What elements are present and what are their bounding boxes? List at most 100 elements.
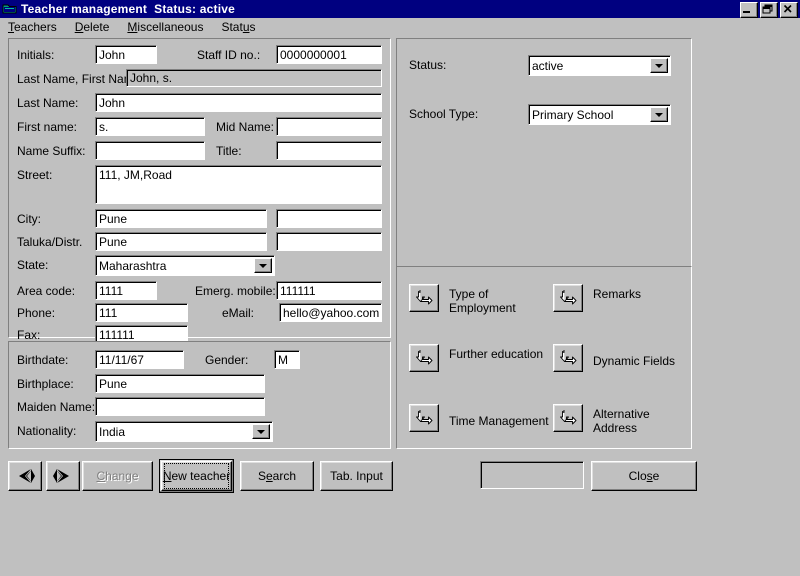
gender-label: Gender: [205, 353, 249, 367]
previous-record-button[interactable] [8, 461, 42, 491]
time-management-button[interactable] [409, 404, 439, 432]
state-combobox-value: Maharashtra [99, 258, 167, 273]
maiden-name-input[interactable] [95, 397, 265, 416]
status-panel: Status: active School Type: Primary Scho… [396, 38, 692, 274]
type-of-employment-label: Type of Employment [449, 287, 516, 315]
city-input[interactable]: Pune [95, 209, 267, 228]
chevron-down-icon [257, 429, 265, 434]
street-label: Street: [17, 168, 53, 182]
phone-input[interactable]: 111 [95, 303, 188, 322]
birthplace-label: Birthplace: [17, 377, 74, 391]
mid-name-label: Mid Name: [216, 120, 275, 134]
state-combobox[interactable]: Maharashtra [95, 255, 275, 276]
city-label: City: [17, 212, 41, 226]
maiden-name-label: Maiden Name: [17, 400, 96, 414]
remarks-label: Remarks [593, 287, 642, 301]
first-name-input[interactable]: s. [95, 117, 205, 136]
arrow-down-right-icon [560, 410, 577, 425]
last-name-input[interactable]: John [95, 93, 382, 112]
next-record-button[interactable] [46, 461, 80, 491]
state-combobox-arrow[interactable] [254, 258, 272, 273]
window-title: Teacher management Status: active [21, 2, 235, 16]
titlebar-buttons [740, 2, 798, 18]
status-combobox[interactable]: active [528, 55, 671, 76]
chevron-down-icon [259, 263, 267, 268]
new-teacher-button[interactable]: New teacher [159, 459, 234, 493]
tab-input-button[interactable]: Tab. Input [320, 461, 393, 491]
chevron-down-icon [655, 63, 663, 68]
titlebar[interactable]: Teacher management Status: active [0, 0, 800, 18]
menu-status[interactable]: Status [213, 19, 263, 36]
email-input[interactable]: hello@yahoo.com [279, 303, 382, 322]
status-combobox-value: active [532, 58, 564, 73]
minimize-button[interactable] [740, 2, 758, 18]
menu-miscellaneous[interactable]: Miscellaneous [119, 19, 211, 36]
time-management-label: Time Management [449, 414, 549, 428]
city-extra-input[interactable] [276, 209, 382, 228]
name-suffix-label: Name Suffix: [17, 144, 86, 158]
emerg-mobile-label: Emerg. mobile: [195, 284, 276, 298]
area-code-label: Area code: [17, 284, 76, 298]
chevron-down-icon [655, 112, 663, 117]
birthplace-input[interactable]: Pune [95, 374, 265, 393]
previous-arrow-icon [19, 469, 35, 483]
taluka-extra-input[interactable] [276, 232, 382, 251]
remarks-button[interactable] [553, 284, 583, 312]
birthdate-input[interactable]: 11/11/67 [95, 350, 184, 369]
arrow-down-right-icon [560, 350, 577, 365]
fullname-readonly-field: John, s. [126, 69, 382, 87]
school-type-combobox[interactable]: Primary School [528, 104, 671, 125]
folder-icon [2, 2, 18, 16]
change-button[interactable]: Change [82, 461, 153, 491]
nationality-label: Nationality: [17, 424, 77, 438]
school-type-combobox-value: Primary School [532, 107, 614, 122]
further-education-button[interactable] [409, 344, 439, 372]
school-type-combobox-arrow[interactable] [650, 107, 668, 122]
nationality-combobox-arrow[interactable] [252, 424, 270, 439]
actions-panel: Type of Employment Remarks Further educa… [396, 266, 692, 449]
staff-id-label: Staff ID no.: [197, 48, 261, 62]
close-button[interactable] [780, 2, 798, 18]
last-name-label: Last Name: [17, 96, 79, 110]
alternative-address-button[interactable] [553, 404, 583, 432]
emerg-mobile-input[interactable]: 111111 [276, 281, 382, 300]
initials-input[interactable]: John [95, 45, 157, 64]
nationality-combobox-value: India [99, 424, 126, 439]
search-button[interactable]: Search [240, 461, 314, 491]
birthdate-label: Birthdate: [17, 353, 69, 367]
mid-name-input[interactable] [276, 117, 382, 136]
taluka-input[interactable]: Pune [95, 232, 267, 251]
dynamic-fields-label: Dynamic Fields [593, 354, 676, 368]
name-suffix-input[interactable] [95, 141, 205, 160]
teacher-management-window: Teacher management Status: active Teache… [0, 0, 800, 576]
arrow-down-right-icon [416, 290, 433, 305]
gender-input[interactable]: M [274, 350, 300, 369]
taluka-label: Taluka/Distr. [17, 235, 83, 249]
initials-label: Initials: [17, 48, 55, 62]
alternative-address-label: Alternative Address [593, 407, 650, 435]
phone-label: Phone: [17, 306, 56, 320]
personal-details-panel: Initials: John Staff ID no.: 0000000001 … [8, 38, 391, 344]
restore-button[interactable] [760, 2, 778, 18]
birth-details-panel: Birthdate: 11/11/67 Gender: M Birthplace… [8, 341, 391, 449]
close-button-main[interactable]: Close [591, 461, 697, 491]
nationality-combobox[interactable]: India [95, 421, 273, 442]
street-input[interactable]: 111, JM,Road [95, 165, 382, 204]
status-combobox-arrow[interactable] [650, 58, 668, 73]
menu-teachers[interactable]: Teachers [0, 19, 65, 36]
arrow-down-right-icon [416, 350, 433, 365]
area-code-input[interactable]: 1111 [95, 281, 157, 300]
status-label: Status: [409, 58, 447, 72]
menu-delete[interactable]: Delete [67, 19, 118, 36]
title-input[interactable] [276, 141, 382, 160]
further-education-label: Further education [449, 347, 544, 361]
title-label: Title: [216, 144, 242, 158]
first-name-label: First name: [17, 120, 78, 134]
email-label: eMail: [222, 306, 255, 320]
date-of-deletion-field [480, 461, 584, 489]
dynamic-fields-button[interactable] [553, 344, 583, 372]
staff-id-input[interactable]: 0000000001 [276, 45, 382, 64]
arrow-down-right-icon [560, 290, 577, 305]
arrow-down-right-icon [416, 410, 433, 425]
type-of-employment-button[interactable] [409, 284, 439, 312]
